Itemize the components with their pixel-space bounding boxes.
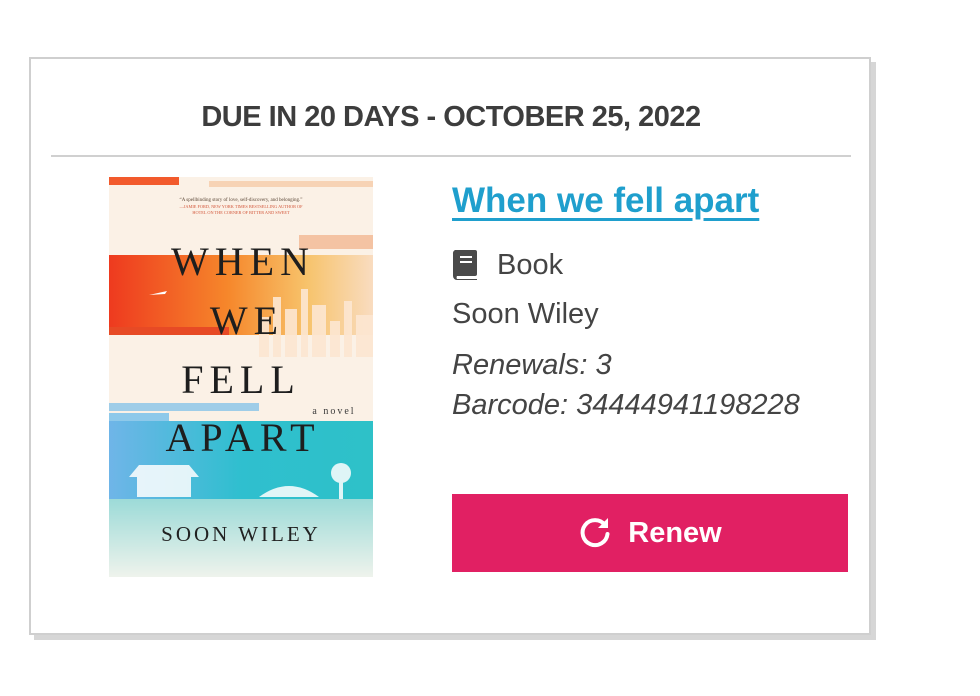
author: Soon Wiley bbox=[452, 298, 599, 330]
cover-title: APART bbox=[165, 415, 320, 460]
cover-author: SOON WILEY bbox=[161, 522, 321, 546]
cover-title: WHEN bbox=[171, 239, 315, 284]
divider bbox=[51, 155, 851, 157]
cover-title: FELL bbox=[181, 357, 301, 402]
loan-card: DUE IN 20 DAYS - OCTOBER 25, 2022 “A spe… bbox=[29, 57, 871, 635]
format-label: Book bbox=[497, 248, 564, 281]
renew-label: Renew bbox=[628, 516, 722, 549]
book-icon bbox=[452, 250, 477, 280]
cover-title: WE bbox=[210, 298, 284, 343]
cover-blurb: “A spellbinding story of love, self-disc… bbox=[180, 197, 303, 203]
due-date-header: DUE IN 20 DAYS - OCTOBER 25, 2022 bbox=[201, 101, 701, 133]
barcode: Barcode: 34444941198228 bbox=[452, 389, 800, 421]
refresh-icon bbox=[580, 518, 610, 548]
cover-blurb: HOTEL ON THE CORNER OF BITTER AND SWEET bbox=[192, 210, 290, 215]
title-link[interactable]: When we fell apart bbox=[452, 181, 759, 221]
format-row: Book bbox=[452, 248, 563, 282]
book-cover[interactable]: “A spellbinding story of love, self-disc… bbox=[109, 177, 373, 577]
renew-button[interactable]: Renew bbox=[452, 494, 848, 572]
renewals-count: Renewals: 3 bbox=[452, 349, 612, 381]
